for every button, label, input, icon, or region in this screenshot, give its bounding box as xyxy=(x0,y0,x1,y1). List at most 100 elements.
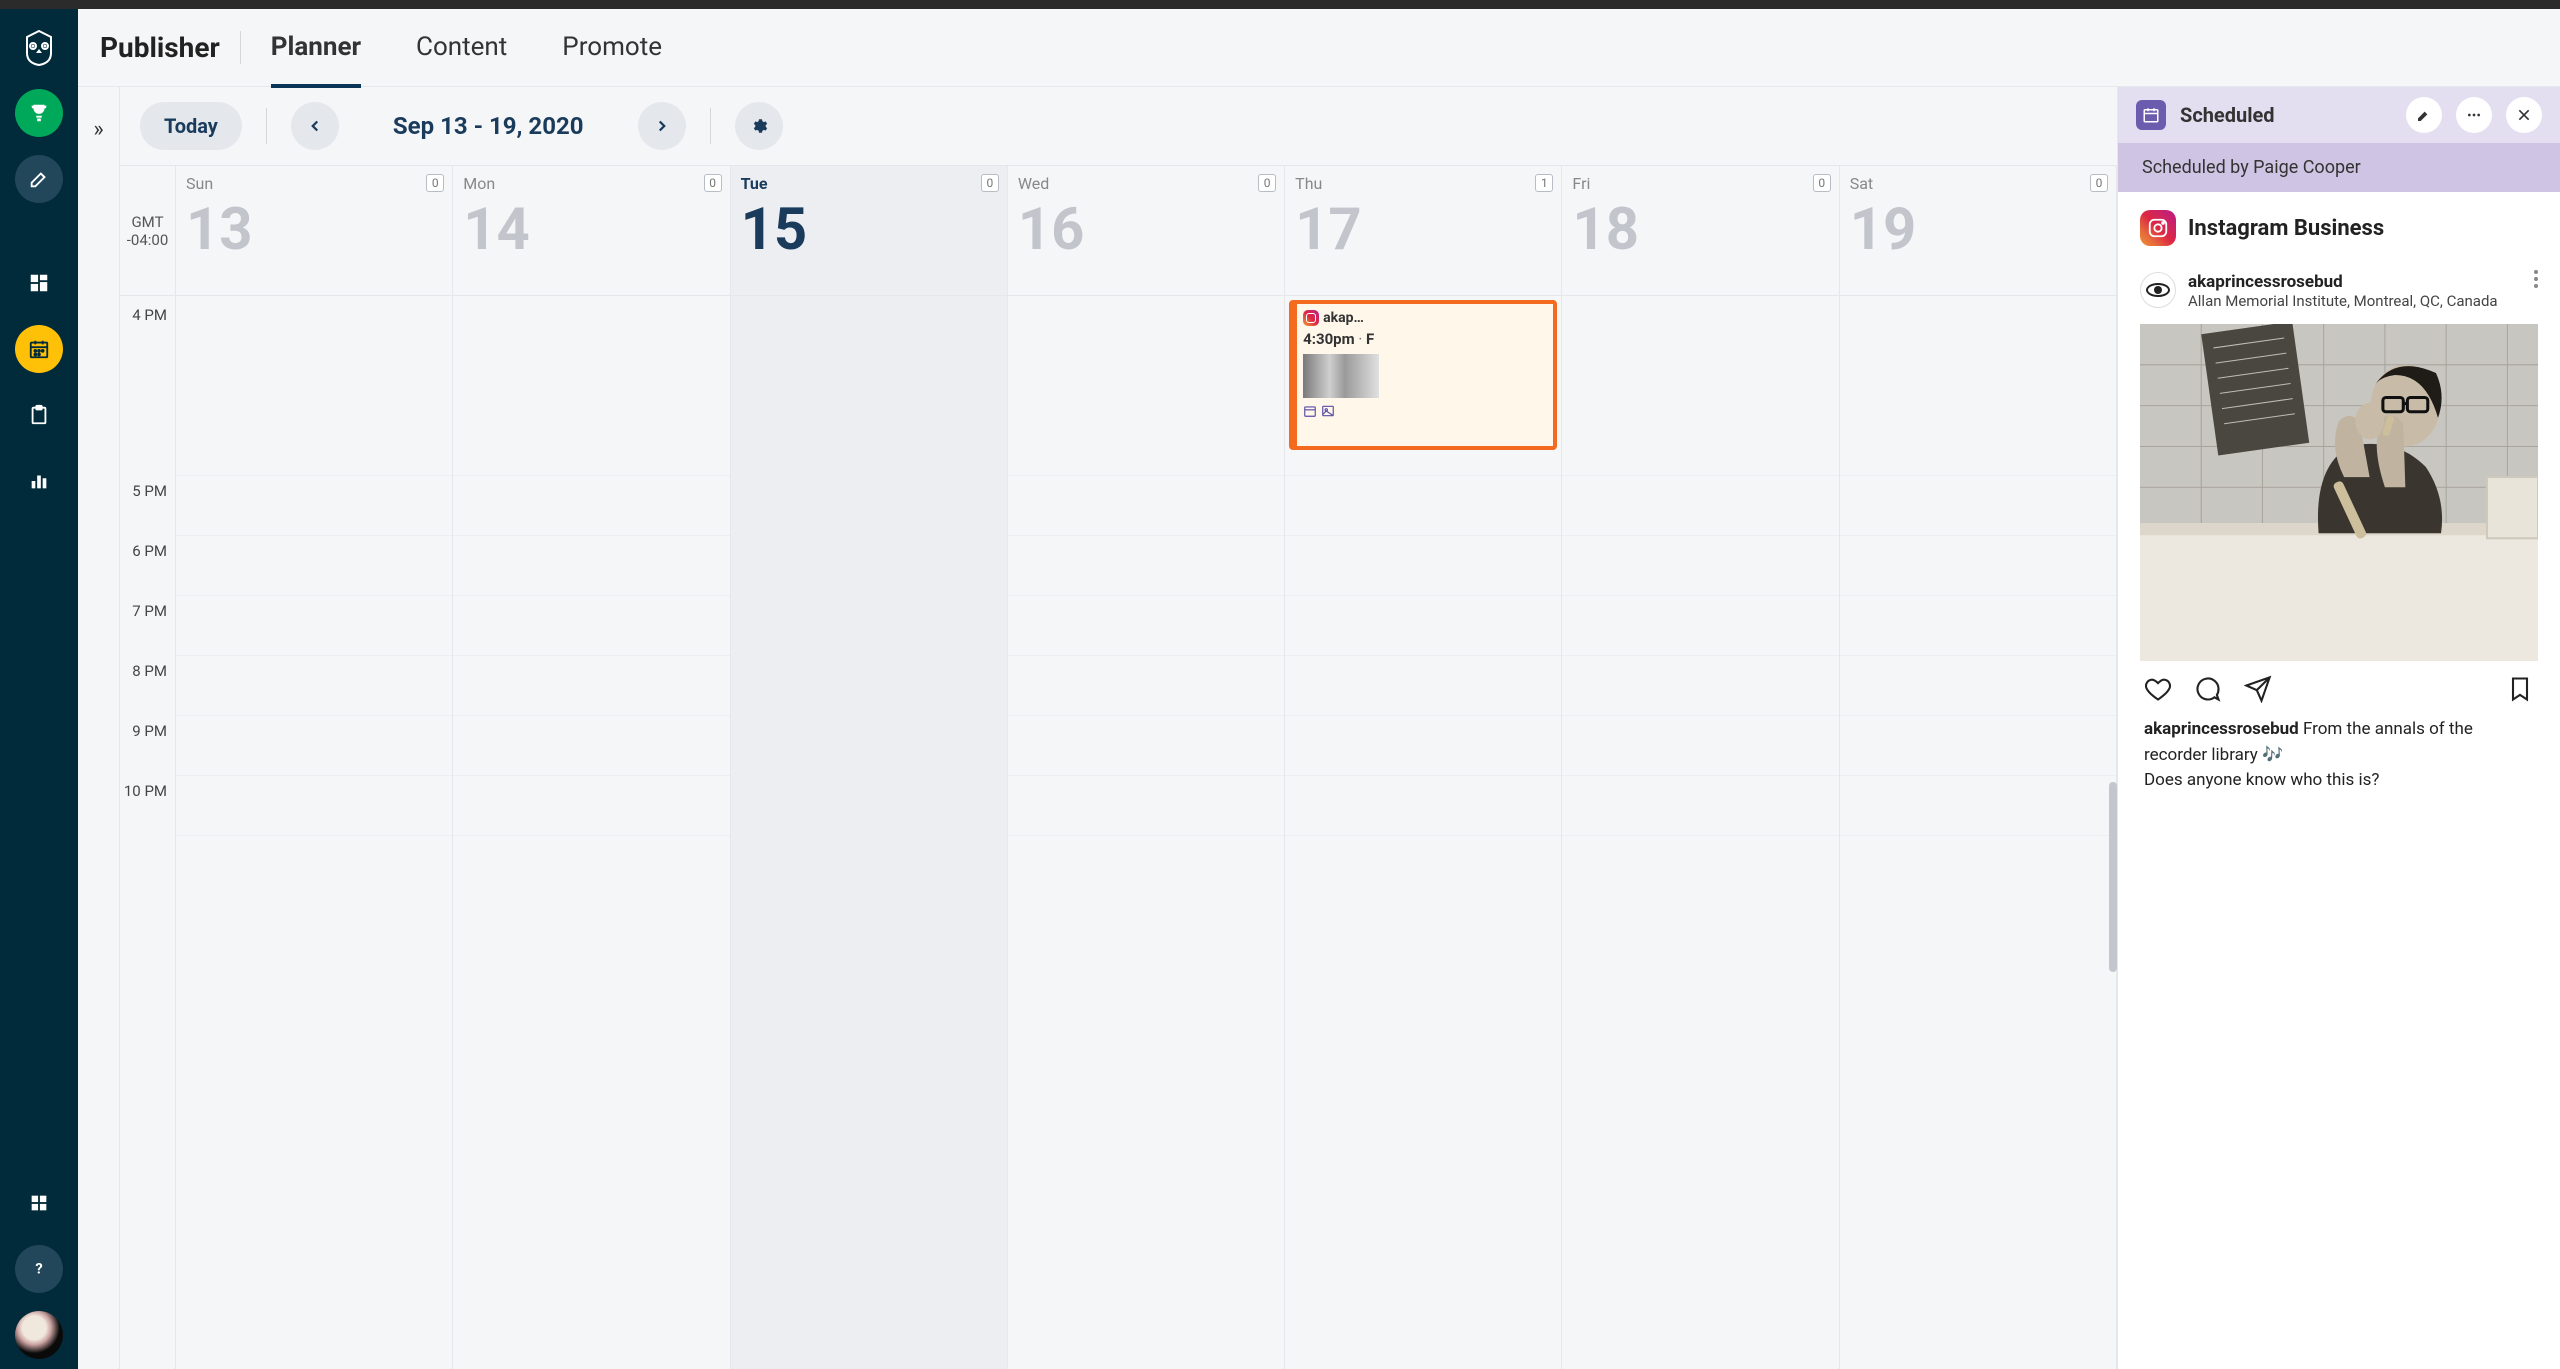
window-chrome-bar xyxy=(0,0,2560,9)
prev-week-button[interactable] xyxy=(291,102,339,150)
event-footer-icons xyxy=(1303,404,1547,418)
day-number: 19 xyxy=(1850,199,2106,263)
header-tabs: Planner Content Promote xyxy=(271,9,662,88)
hour-label: 10 PM xyxy=(120,776,175,836)
tz-offset: -04:00 xyxy=(127,231,169,249)
tab-planner[interactable]: Planner xyxy=(271,9,361,88)
calendar-toolbar: Today Sep 13 - 19, 2020 xyxy=(120,87,2117,165)
hour-label: 4 PM xyxy=(120,296,175,476)
post-preview-card: akaprincessrosebud Allan Memorial Instit… xyxy=(2140,264,2538,814)
time-column: GMT -04:00 4 PM 5 PM 6 PM 7 PM 8 PM 9 PM… xyxy=(120,166,176,1369)
post-location: Allan Memorial Institute, Montreal, QC, … xyxy=(2188,292,2498,312)
day-col-sun[interactable]: Sun130 xyxy=(176,166,453,1369)
close-panel-button[interactable] xyxy=(2506,97,2542,133)
hour-label: 9 PM xyxy=(120,716,175,776)
tz-gmt: GMT xyxy=(131,213,163,231)
calendar-icon xyxy=(1303,404,1317,418)
main-area: Publisher Planner Content Promote » Toda… xyxy=(78,9,2560,1369)
like-icon[interactable] xyxy=(2144,675,2172,703)
caption-line-2: Does anyone know who this is? xyxy=(2144,770,2379,790)
day-col-mon[interactable]: Mon140 xyxy=(453,166,730,1369)
day-name: Sun xyxy=(186,174,442,193)
image-icon xyxy=(1321,404,1335,418)
day-name: Thu xyxy=(1295,174,1551,193)
brand-owl-icon[interactable] xyxy=(19,27,59,71)
day-col-sat[interactable]: Sat190 xyxy=(1840,166,2117,1369)
sidebar-streams-button[interactable] xyxy=(15,259,63,307)
instagram-icon xyxy=(1303,310,1319,326)
post-actions-row xyxy=(2140,661,2538,717)
share-icon[interactable] xyxy=(2244,675,2272,703)
post-count-badge: 0 xyxy=(704,174,722,192)
sidebar-publisher-button[interactable] xyxy=(15,325,63,373)
app-root: ? Publisher Planner Content Promote » To xyxy=(0,9,2560,1369)
day-col-fri[interactable]: Fri 18 0 xyxy=(1562,166,1839,1369)
divider xyxy=(710,108,711,144)
post-username: akaprincessrosebud xyxy=(2188,272,2498,292)
sidebar-compose-button[interactable] xyxy=(15,155,63,203)
day-number: 18 xyxy=(1572,199,1828,263)
day-col-tue[interactable]: Tue 15 0 xyxy=(731,166,1008,1369)
panel-header: Scheduled xyxy=(2118,87,2560,143)
post-preview-header: akaprincessrosebud Allan Memorial Instit… xyxy=(2140,264,2538,324)
event-thumbnail xyxy=(1303,354,1379,398)
svg-text:?: ? xyxy=(35,1260,42,1278)
timezone-label: GMT -04:00 xyxy=(120,166,175,296)
day-name: Tue xyxy=(741,174,997,193)
post-avatar xyxy=(2140,272,2176,308)
day-name: Fri xyxy=(1572,174,1828,193)
post-detail-panel: Scheduled Scheduled by Paige Cooper xyxy=(2117,87,2560,1369)
event-time: 4:30pm · F xyxy=(1303,330,1547,348)
instagram-badge-icon xyxy=(2140,210,2176,246)
event-account-row: akap… xyxy=(1303,310,1547,326)
caption-username: akaprincessrosebud xyxy=(2144,719,2299,739)
app-title: Publisher xyxy=(100,31,241,64)
sidebar-assignments-button[interactable] xyxy=(15,391,63,439)
tab-content[interactable]: Content xyxy=(416,9,507,88)
divider xyxy=(266,108,267,144)
post-caption: akaprincessrosebud From the annals of th… xyxy=(2140,717,2538,814)
bookmark-icon[interactable] xyxy=(2506,675,2534,703)
post-more-icon[interactable] xyxy=(2534,270,2538,292)
scheduled-status-icon xyxy=(2136,100,2166,130)
sidebar-apps-button[interactable] xyxy=(15,1179,63,1227)
scheduled-post-event[interactable]: akap… 4:30pm · F xyxy=(1289,300,1557,450)
day-number: 17 xyxy=(1295,199,1551,263)
hour-label: 5 PM xyxy=(120,476,175,536)
date-range-label: Sep 13 - 19, 2020 xyxy=(393,112,584,140)
scrollbar-thumb[interactable] xyxy=(2109,782,2117,972)
sidebar-analytics-button[interactable] xyxy=(15,457,63,505)
hour-label: 7 PM xyxy=(120,596,175,656)
day-number: 15 xyxy=(741,199,997,263)
day-number: 14 xyxy=(463,199,719,263)
hour-label: 8 PM xyxy=(120,656,175,716)
sidebar-user-avatar[interactable] xyxy=(15,1311,63,1359)
today-button[interactable]: Today xyxy=(140,102,242,150)
calendar-grid: GMT -04:00 4 PM 5 PM 6 PM 7 PM 8 PM 9 PM… xyxy=(120,165,2117,1369)
day-col-wed[interactable]: Wed160 xyxy=(1008,166,1285,1369)
sidebar-achievements-button[interactable] xyxy=(15,89,63,137)
post-count-badge: 0 xyxy=(981,174,999,192)
hour-label: 6 PM xyxy=(120,536,175,596)
expand-sidebar-icon[interactable]: » xyxy=(93,117,103,142)
post-image xyxy=(2140,324,2538,662)
day-name: Wed xyxy=(1018,174,1274,193)
next-week-button[interactable] xyxy=(638,102,686,150)
post-count-badge: 0 xyxy=(1813,174,1831,192)
day-number: 13 xyxy=(186,199,442,263)
calendar-settings-button[interactable] xyxy=(735,102,783,150)
header: Publisher Planner Content Promote xyxy=(78,9,2560,87)
panel-byline: Scheduled by Paige Cooper xyxy=(2118,143,2560,192)
sidebar-help-button[interactable]: ? xyxy=(15,1245,63,1293)
day-name: Sat xyxy=(1850,174,2106,193)
sidebar: ? xyxy=(0,9,78,1369)
more-options-button[interactable] xyxy=(2456,97,2492,133)
content-row: » Today Sep 13 - 19, 2020 xyxy=(78,87,2560,1369)
gutter: » xyxy=(78,87,120,1369)
post-count-badge: 0 xyxy=(1258,174,1276,192)
edit-post-button[interactable] xyxy=(2406,97,2442,133)
tab-promote[interactable]: Promote xyxy=(562,9,662,88)
comment-icon[interactable] xyxy=(2194,675,2222,703)
day-col-thu[interactable]: Thu 17 1 akap… 4:30pm · F xyxy=(1285,166,1562,1369)
post-count-badge: 1 xyxy=(1535,174,1553,192)
